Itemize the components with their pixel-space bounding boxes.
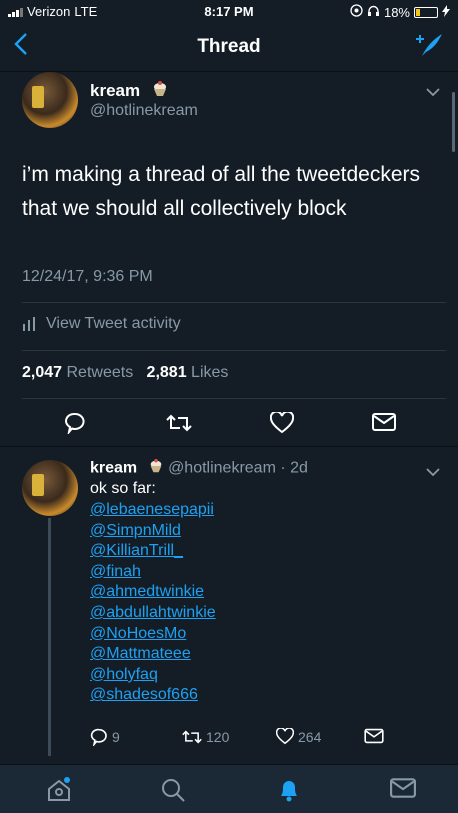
divider [0,446,458,447]
divider [22,398,446,399]
reply-button[interactable]: 9 [90,728,120,746]
chevron-down-icon [426,88,440,97]
like-count: 264 [298,728,322,745]
user-name[interactable]: kream [90,460,137,477]
reply-icon [90,728,107,746]
compose-feather-icon [416,34,442,56]
retweet-count: 120 [206,729,230,745]
search-icon [162,779,185,802]
user-name-text: kream [90,80,141,100]
user-name[interactable]: kream [90,80,169,103]
tweet-actions: 9 120 264 [90,728,420,752]
scrollbar[interactable] [452,92,455,152]
home-icon [48,777,70,801]
likes-stat[interactable]: 2,881 Likes [147,364,229,381]
location-icon [350,4,363,20]
mention-list: @lebaenesepapii @SimpnMild @KillianTrill… [90,500,216,706]
share-dm-button[interactable] [372,412,396,437]
retweets-label: Retweets [66,364,134,381]
envelope-icon [364,728,384,744]
bottom-tab-bar [0,764,458,813]
reply-header: kream @hotlinekream · 2d [90,458,308,479]
divider [22,350,446,351]
retweet-icon [182,730,202,744]
heart-icon [276,728,294,745]
bell-icon [281,781,297,802]
avatar[interactable] [22,460,78,516]
compose-button[interactable] [414,32,444,63]
charging-icon [442,4,450,20]
envelope-icon [390,778,416,798]
reply-count: 9 [112,729,120,745]
navigation-bar: Thread [0,22,458,72]
user-handle[interactable]: @hotlinekream [90,102,198,120]
avatar[interactable] [22,72,78,128]
retweet-button[interactable]: 120 [182,728,229,746]
system-status: 18% [350,4,450,20]
tab-search[interactable] [160,777,186,808]
mention-link[interactable]: @KillianTrill_ [90,541,216,562]
tab-home[interactable] [46,777,72,808]
chevron-down-icon [426,468,440,477]
page-title: Thread [197,36,261,57]
battery-icon [414,6,438,18]
thread-connector [48,518,51,756]
retweet-button[interactable] [166,412,192,439]
view-activity-link[interactable]: View Tweet activity [22,315,181,333]
headphones-icon [367,4,380,20]
engagement-stats: 2,047 Retweets 2,881 Likes [22,364,228,382]
mention-link[interactable]: @SimpnMild [90,521,216,542]
reply-button[interactable] [64,412,86,439]
envelope-icon [372,413,396,431]
reply-intro: ok so far: [90,480,156,497]
mention-link[interactable]: @abdullahtwinkie [90,603,216,624]
mention-link[interactable]: @finah [90,562,216,583]
mention-link[interactable]: @lebaenesepapii [90,500,216,521]
likes-label: Likes [191,364,229,381]
tweet-options-button[interactable] [426,84,440,100]
tweet-age: · 2d [280,459,308,477]
heart-icon [269,410,295,434]
tweet-timestamp: 12/24/17, 9:36 PM [22,268,153,285]
tweet-options-button[interactable] [426,464,440,480]
mention-link[interactable]: @Mattmateee [90,644,216,665]
ice-cream-emoji-icon [151,80,169,103]
retweet-icon [166,414,192,432]
retweets-stat[interactable]: 2,047 Retweets [22,364,133,381]
mention-link[interactable]: @ahmedtwinkie [90,582,216,603]
tweet-actions [0,404,458,444]
share-dm-button[interactable] [364,728,384,744]
status-bar: Verizon LTE 8:17 PM 18% [0,0,458,22]
retweets-count: 2,047 [22,364,63,381]
ice-cream-emoji-icon [148,458,164,479]
mention-link[interactable]: @NoHoesMo [90,624,216,645]
likes-count: 2,881 [146,364,187,381]
mention-link[interactable]: @shadesof666 [90,685,216,706]
divider [22,302,446,303]
mention-link[interactable]: @holyfaq [90,665,216,686]
reply-icon [65,412,85,436]
battery-percent: 18% [383,4,410,20]
activity-label: View Tweet activity [46,315,181,332]
like-button[interactable] [269,410,295,439]
tweet-text: i’m making a thread of all the tweetdeck… [22,163,421,220]
bar-chart-icon [23,317,35,331]
like-button[interactable]: 264 [276,728,321,745]
tab-notifications[interactable] [276,777,302,808]
user-handle[interactable]: @hotlinekream [168,460,276,477]
tab-messages[interactable] [390,777,416,804]
